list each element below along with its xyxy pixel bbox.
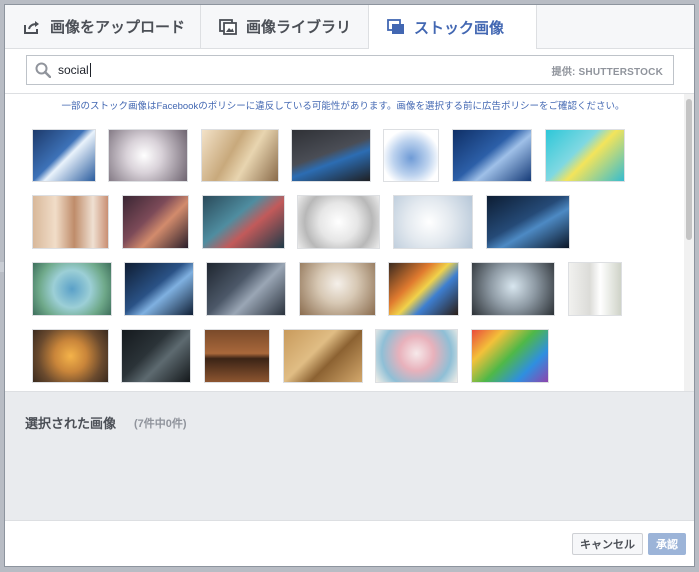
stock-thumbnail[interactable]: [297, 195, 380, 249]
stock-thumbnail[interactable]: [471, 329, 549, 383]
search-icon: [35, 62, 51, 78]
grid-scrollbar[interactable]: [684, 94, 694, 391]
tab-bar: 画像をアップロード 画像ライブラリ ストック画像: [5, 5, 694, 49]
tab-image-library[interactable]: 画像ライブラリ: [201, 5, 369, 48]
dialog-footer: キャンセル 承認: [5, 520, 694, 566]
cancel-button[interactable]: キャンセル: [572, 533, 643, 555]
text-caret: [89, 63, 91, 77]
tab-stock-images[interactable]: ストック画像: [369, 5, 537, 49]
stock-thumbnail[interactable]: [201, 129, 279, 182]
stock-thumbnail[interactable]: [202, 195, 285, 249]
stock-thumbnail[interactable]: [383, 129, 439, 182]
tab-stock-label: ストック画像: [414, 19, 505, 37]
stock-thumbnail[interactable]: [124, 262, 194, 316]
stock-thumbnail[interactable]: [32, 129, 96, 182]
stock-thumbnail[interactable]: [121, 329, 191, 383]
stock-thumbnail[interactable]: [375, 329, 458, 383]
stock-thumbnail[interactable]: [299, 262, 376, 316]
stock-thumbnail[interactable]: [388, 262, 459, 316]
image-grid: 一部のストック画像はFacebookのポリシーに違反している可能性があります。画…: [5, 94, 683, 391]
tab-upload-image[interactable]: 画像をアップロード: [5, 5, 201, 48]
stock-thumbnail[interactable]: [568, 262, 622, 316]
stock-thumbnail[interactable]: [32, 195, 109, 249]
stock-thumbnail[interactable]: [206, 262, 286, 316]
scrollbar-thumb[interactable]: [686, 99, 692, 240]
stock-icon: [387, 19, 404, 34]
stock-image-dialog: 画像をアップロード 画像ライブラリ ストック画像 social 提供: SHUT…: [4, 4, 695, 567]
confirm-button[interactable]: 承認: [648, 533, 686, 555]
search-value: social: [58, 63, 89, 77]
stock-thumbnail[interactable]: [545, 129, 625, 182]
tab-upload-label: 画像をアップロード: [50, 19, 186, 36]
stock-thumbnail[interactable]: [122, 195, 189, 249]
library-icon: [219, 18, 237, 35]
provider-credit: 提供: SHUTTERSTOCK: [551, 66, 663, 78]
stock-thumbnail[interactable]: [32, 262, 112, 316]
search-input[interactable]: social 提供: SHUTTERSTOCK: [26, 55, 674, 85]
policy-notice: 一部のストック画像はFacebookのポリシーに違反している可能性があります。画…: [61, 101, 625, 112]
stock-thumbnail[interactable]: [32, 329, 109, 383]
upload-icon: [24, 20, 39, 34]
selected-images-panel: 選択された画像 (7件中0件): [5, 391, 694, 520]
stock-thumbnail[interactable]: [204, 329, 270, 383]
stock-thumbnail[interactable]: [452, 129, 532, 182]
stock-thumbnail[interactable]: [283, 329, 363, 383]
tab-library-label: 画像ライブラリ: [246, 19, 352, 36]
selected-images-count: (7件中0件): [134, 418, 187, 430]
stock-thumbnail[interactable]: [486, 195, 570, 249]
stock-thumbnail[interactable]: [471, 262, 555, 316]
stock-thumbnail[interactable]: [108, 129, 188, 182]
stock-thumbnail[interactable]: [291, 129, 371, 182]
selected-images-title: 選択された画像: [25, 416, 117, 431]
stock-thumbnail[interactable]: [393, 195, 473, 249]
